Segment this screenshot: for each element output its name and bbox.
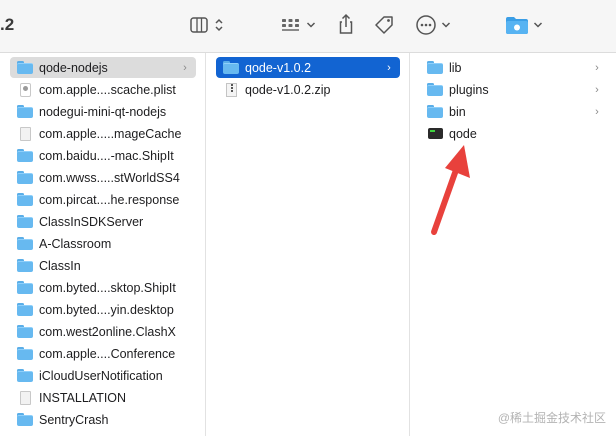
item-label: com.apple....Conference <box>39 346 176 361</box>
item-label: qode-v1.0.2.zip <box>245 82 331 97</box>
item-label: com.apple.....mageCache <box>39 126 182 141</box>
list-item[interactable]: com.apple....Conference <box>10 343 196 364</box>
folder-icon <box>17 237 33 251</box>
item-label: A-Classroom <box>39 236 112 251</box>
chevron-right-icon: › <box>387 61 391 74</box>
group-by-icon[interactable] <box>280 14 302 36</box>
folder-icon <box>17 215 33 229</box>
chevron-right-icon: › <box>595 105 599 118</box>
chevron-right-icon: › <box>595 61 599 74</box>
watermark: @稀土掘金技术社区 <box>497 411 606 425</box>
folder-icon <box>427 83 443 97</box>
list-item[interactable]: lib › <box>420 57 608 78</box>
list-item[interactable]: com.pircat....he.response <box>10 189 196 210</box>
more-actions-icon[interactable] <box>414 14 438 36</box>
file-icon <box>17 126 33 141</box>
column-browser: qode-nodejs › com.apple....scache.plist nod… <box>0 53 616 436</box>
item-label: INSTALLATION <box>39 390 127 405</box>
list-item[interactable]: ClassInSDKServer <box>10 211 196 232</box>
tag-icon[interactable] <box>372 14 396 36</box>
column-3: lib › plugins › bin › qode <box>410 53 616 436</box>
list-item[interactable]: plugins › <box>420 79 608 100</box>
share-icon[interactable] <box>336 11 356 37</box>
list-item[interactable]: bin › <box>420 101 608 122</box>
folder-icon <box>17 105 33 119</box>
item-label: com.pircat....he.response <box>39 192 180 207</box>
plist-file-icon <box>17 82 33 97</box>
folder-action-icon[interactable] <box>503 13 531 37</box>
zip-file-icon <box>223 82 239 97</box>
list-item[interactable]: com.west2online.ClashX <box>10 321 196 342</box>
list-item[interactable]: com.apple.....mageCache <box>10 123 196 144</box>
column-2: qode-v1.0.2 › qode-v1.0.2.zip <box>206 53 410 436</box>
item-label: com.byted....sktop.ShipIt <box>39 280 176 295</box>
list-item[interactable]: A-Classroom <box>10 233 196 254</box>
list-item[interactable]: qode-nodejs › <box>10 57 196 78</box>
folder-icon <box>17 347 33 361</box>
item-label: qode <box>449 126 477 141</box>
folder-icon <box>17 61 33 75</box>
list-item[interactable]: com.wwss.....stWorldSS4 <box>10 167 196 188</box>
folder-icon <box>427 105 443 119</box>
folder-icon <box>17 413 33 427</box>
item-label: com.baidu....-mac.ShipIt <box>39 148 174 163</box>
item-label: com.west2online.ClashX <box>39 324 176 339</box>
chevron-right-icon: › <box>595 83 599 96</box>
item-label: ClassInSDKServer <box>39 214 144 229</box>
column-view-icon[interactable] <box>188 14 210 36</box>
file-icon <box>17 390 33 405</box>
list-item[interactable]: nodegui-mini-qt-nodejs <box>10 101 196 122</box>
list-item[interactable]: qode-v1.0.2.zip <box>216 79 400 100</box>
folder-icon <box>17 259 33 273</box>
item-label: com.byted....yin.desktop <box>39 302 174 317</box>
item-label: nodegui-mini-qt-nodejs <box>39 104 167 119</box>
folder-icon <box>17 369 33 383</box>
folder-icon <box>17 171 33 185</box>
item-label: qode-nodejs <box>39 60 108 75</box>
list-item[interactable]: SentryCrash <box>10 409 196 430</box>
list-item[interactable]: iCloudUserNotification <box>10 365 196 386</box>
item-label: com.apple....scache.plist <box>39 82 176 97</box>
item-label: com.wwss.....stWorldSS4 <box>39 170 180 185</box>
column-1: qode-nodejs › com.apple....scache.plist nod… <box>0 53 206 436</box>
folder-icon <box>17 303 33 317</box>
list-item[interactable]: com.byted....yin.desktop <box>10 299 196 320</box>
list-item[interactable]: com.baidu....-mac.ShipIt <box>10 145 196 166</box>
list-item[interactable]: com.byted....sktop.ShipIt <box>10 277 196 298</box>
toolbar: .2 <box>0 0 616 53</box>
list-item[interactable]: qode-v1.0.2 › <box>216 57 400 78</box>
item-label: plugins <box>449 82 489 97</box>
folder-icon <box>223 61 239 75</box>
folder-action-chevron-icon[interactable] <box>532 16 544 34</box>
list-item[interactable]: qode <box>420 123 608 144</box>
item-label: lib <box>449 60 462 75</box>
chevron-right-icon: › <box>183 61 187 74</box>
item-label: ClassIn <box>39 258 81 273</box>
folder-icon <box>17 193 33 207</box>
list-item[interactable]: ClassIn <box>10 255 196 276</box>
item-label: SentryCrash <box>39 412 109 427</box>
executable-icon <box>427 127 443 141</box>
more-actions-chevron-icon[interactable] <box>440 16 452 34</box>
folder-icon <box>17 281 33 295</box>
list-item[interactable]: INSTALLATION <box>10 387 196 408</box>
folder-icon <box>17 325 33 339</box>
window-title: .2 <box>0 15 15 34</box>
folder-icon <box>17 149 33 163</box>
view-options-chevron-icon[interactable] <box>212 15 226 35</box>
item-label: qode-v1.0.2 <box>245 60 312 75</box>
folder-icon <box>427 61 443 75</box>
group-by-chevron-icon[interactable] <box>304 16 318 34</box>
item-label: bin <box>449 104 466 119</box>
list-item[interactable]: com.apple....scache.plist <box>10 79 196 100</box>
item-label: iCloudUserNotification <box>39 368 163 383</box>
